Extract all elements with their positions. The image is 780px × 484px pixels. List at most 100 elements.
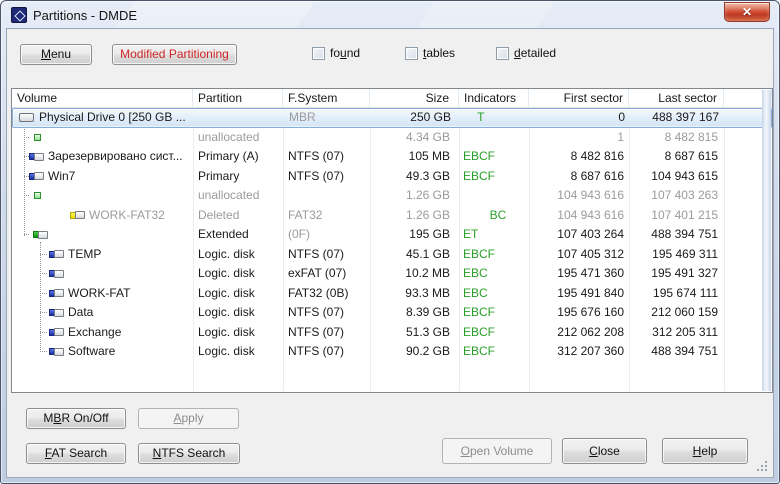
last-sector-cell: 488 394 751 <box>629 225 724 245</box>
table-row[interactable]: unallocated1.26 GB104 943 616107 403 263 <box>12 186 772 206</box>
indicators-cell: EBC <box>459 264 529 284</box>
volume-label: Win7 <box>48 167 75 186</box>
table-row[interactable]: SoftwareLogic. diskNTFS (07)90.2 GBEBCF3… <box>12 342 772 362</box>
unallocated-icon <box>34 192 41 199</box>
checkbox-tables[interactable]: tables <box>405 46 455 60</box>
tree-stub <box>24 137 29 138</box>
partition-icon <box>29 153 44 161</box>
partition-icon <box>29 172 44 180</box>
indicators-cell: EBC <box>459 284 529 304</box>
table-row[interactable]: Physical Drive 0 [250 GB ...MBR250 GB T0… <box>12 108 772 128</box>
apply-button[interactable]: Apply <box>138 408 239 429</box>
checkbox-box[interactable] <box>405 47 418 60</box>
volume-label: Physical Drive 0 [250 GB ... <box>39 109 186 126</box>
filesystem-cell: NTFS (07) <box>283 303 370 323</box>
indicators-cell <box>459 186 529 206</box>
tree-stub <box>24 195 29 196</box>
last-sector-cell: 212 060 159 <box>629 303 724 323</box>
modified-partitioning-button[interactable]: Modified Partitioning <box>112 44 237 65</box>
first-sector-cell: 312 207 360 <box>529 342 629 362</box>
column-header-last-sector[interactable]: Last sector <box>629 89 724 107</box>
table-row[interactable]: Win7PrimaryNTFS (07)49.3 GBEBCF8 687 616… <box>12 167 772 187</box>
filesystem-cell: NTFS (07) <box>283 342 370 362</box>
size-cell: 45.1 GB <box>370 245 459 265</box>
partition-cell: Logic. disk <box>193 342 283 362</box>
filesystem-cell: NTFS (07) <box>283 147 370 167</box>
column-header-indicators[interactable]: Indicators <box>459 89 529 107</box>
size-cell: 49.3 GB <box>370 167 459 187</box>
indicators-cell: BC <box>459 206 529 226</box>
column-header-size[interactable]: Size <box>370 89 459 107</box>
tree-stub <box>24 234 29 235</box>
partition-icon <box>49 309 64 317</box>
last-sector-cell: 488 394 751 <box>629 342 724 362</box>
tree-stub <box>24 156 29 157</box>
last-sector-cell: 488 397 167 <box>630 109 725 127</box>
checkbox-box[interactable] <box>312 47 325 60</box>
tree-stub <box>40 332 47 333</box>
column-header-partition[interactable]: Partition <box>193 89 283 107</box>
indicators-cell: EBCF <box>459 245 529 265</box>
checkbox-label: tables <box>423 46 455 60</box>
table-row[interactable]: Logic. diskexFAT (07)10.2 MBEBC195 471 3… <box>12 264 772 284</box>
table-row[interactable]: TEMPLogic. diskNTFS (07)45.1 GBEBCF107 4… <box>12 245 772 265</box>
first-sector-cell: 107 405 312 <box>529 245 629 265</box>
size-cell: 90.2 GB <box>370 342 459 362</box>
partition-cell: Logic. disk <box>193 245 283 265</box>
indicators-cell: ET <box>459 225 529 245</box>
table-row[interactable]: unallocated4.34 GB18 482 815 <box>12 128 772 148</box>
fat-search-button[interactable]: FAT Search <box>26 443 126 464</box>
first-sector-cell: 195 471 360 <box>529 264 629 284</box>
first-sector-cell: 195 676 160 <box>529 303 629 323</box>
window-title: Partitions - DMDE <box>33 8 137 23</box>
table-row[interactable]: ExchangeLogic. diskNTFS (07)51.3 GBEBCF2… <box>12 323 772 343</box>
menu-button[interactable]: Menu <box>20 44 92 65</box>
size-cell: 10.2 MB <box>370 264 459 284</box>
first-sector-cell: 212 062 208 <box>529 323 629 343</box>
dmde-app-icon <box>11 7 27 23</box>
partition-icon <box>49 289 64 297</box>
last-sector-cell: 195 674 111 <box>629 284 724 304</box>
last-sector-cell: 104 943 615 <box>629 167 724 187</box>
checkbox-found[interactable]: found <box>312 46 360 60</box>
help-button[interactable]: Help <box>662 438 748 464</box>
checkbox-detailed[interactable]: detailed <box>496 46 556 60</box>
table-row[interactable]: DataLogic. diskNTFS (07)8.39 GBEBCF195 6… <box>12 303 772 323</box>
ntfs-search-button[interactable]: NTFS Search <box>138 443 240 464</box>
last-sector-cell: 8 687 615 <box>629 147 724 167</box>
volume-label: Software <box>68 342 115 361</box>
size-cell: 1.26 GB <box>370 186 459 206</box>
filesystem-cell: MBR <box>284 109 371 127</box>
vertical-scrollbar[interactable] <box>762 90 771 391</box>
table-row[interactable]: Зарезервировано сист...Primary (A)NTFS (… <box>12 147 772 167</box>
deleted-partition-icon <box>70 211 85 219</box>
column-header-first-sector[interactable]: First sector <box>529 89 629 107</box>
tree-stub <box>40 351 47 352</box>
table-row[interactable]: Extended(0F)195 GBET107 403 264488 394 7… <box>12 225 772 245</box>
table-header: VolumePartitionF.SystemSizeIndicatorsFir… <box>12 89 772 108</box>
partition-icon <box>49 250 64 258</box>
filesystem-cell: FAT32 <box>283 206 370 226</box>
filesystem-cell: exFAT (07) <box>283 264 370 284</box>
dialog-client-area: Menu Modified Partitioning found tables de… <box>6 28 774 478</box>
title-bar[interactable]: Partitions - DMDE ✕ <box>1 1 779 29</box>
table-row[interactable]: WORK-FATLogic. diskFAT32 (0B)93.3 MBEBC1… <box>12 284 772 304</box>
first-sector-cell: 1 <box>529 128 629 148</box>
partition-cell: Primary <box>193 167 283 187</box>
first-sector-cell: 8 482 816 <box>529 147 629 167</box>
column-header-f-system[interactable]: F.System <box>283 89 370 107</box>
size-cell: 105 MB <box>370 147 459 167</box>
open-volume-button[interactable]: Open Volume <box>442 438 552 464</box>
partition-cell: Primary (A) <box>193 147 283 167</box>
first-sector-cell: 104 943 616 <box>529 186 629 206</box>
checkbox-box[interactable] <box>496 47 509 60</box>
mbr-onoff-button[interactable]: MBR On/Off <box>26 408 126 429</box>
resize-grip[interactable] <box>756 460 767 471</box>
partition-cell: Logic. disk <box>193 284 283 304</box>
table-row[interactable]: WORK-FAT32DeletedFAT321.26 GB BC104 943 … <box>12 206 772 226</box>
partition-cell: Logic. disk <box>193 323 283 343</box>
close-button[interactable]: ✕ <box>724 2 770 22</box>
close-dialog-button[interactable]: Close <box>562 438 647 464</box>
column-header-volume[interactable]: Volume <box>12 89 193 107</box>
partition-cell: unallocated <box>193 128 283 148</box>
